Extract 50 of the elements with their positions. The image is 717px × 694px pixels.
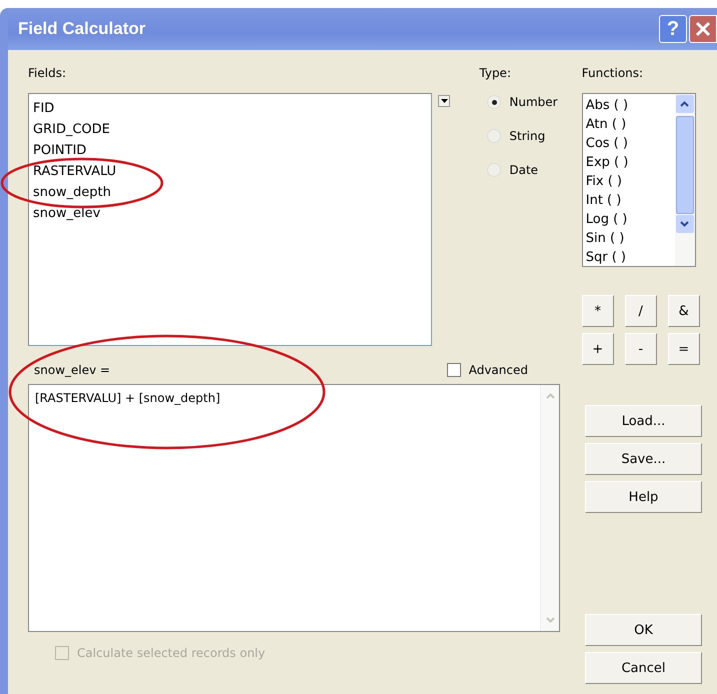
field-item[interactable]: GRID_CODE [33,119,427,140]
scroll-down-button[interactable] [676,215,694,233]
window-title: Field Calculator [18,19,146,39]
radio-label: String [509,129,546,143]
type-label: Type: [479,66,512,80]
scrollbar[interactable] [674,94,695,266]
dialog-button[interactable]: Cancel [585,652,702,684]
scroll-thumb[interactable] [676,116,694,214]
help-button[interactable]: ? [659,15,687,43]
radio-label: Date [509,163,538,177]
function-item[interactable]: Exp ( ) [586,153,672,172]
radio-button[interactable] [487,95,502,109]
checkbox-label: Advanced [468,363,528,377]
checkbox-label: Calculate selected records only [77,646,266,660]
radio-label: Number [509,95,558,109]
fields-label: Fields: [28,66,67,80]
operator-button[interactable]: / [624,295,657,327]
field-item[interactable]: POINTID [33,140,427,161]
field-item[interactable]: FID [33,98,427,119]
function-item[interactable]: Atn ( ) [586,115,672,134]
chevron-up-icon [680,101,690,107]
dialog-button[interactable]: Save... [585,443,702,475]
dialog-button[interactable]: Load... [585,405,702,437]
function-item[interactable]: Sin ( ) [586,229,672,248]
field-item[interactable]: RASTERVALU [33,161,427,182]
chevron-down-icon [680,221,690,227]
caret-icon [440,98,448,104]
function-item[interactable]: Sqr ( ) [586,248,672,266]
close-icon [694,20,712,38]
operator-button[interactable]: - [624,333,657,365]
close-button[interactable] [689,15,717,43]
function-item[interactable]: Fix ( ) [586,172,672,191]
expression-label: snow_elev = [33,363,110,377]
function-item[interactable]: Int ( ) [586,191,672,210]
function-item[interactable]: Abs ( ) [586,96,672,115]
functions-label: Functions: [582,66,644,80]
scroll-up-button[interactable] [676,95,694,113]
dialog-button[interactable]: Help [585,481,702,513]
operator-button[interactable]: + [582,333,614,365]
operator-button[interactable]: & [668,295,700,327]
operator-button[interactable]: = [668,333,700,365]
fields-list[interactable]: FID GRID_CODE POINTID RASTERVALU snow_depth snow_elev [28,93,432,346]
checkbox[interactable] [446,363,461,377]
operator-button[interactable]: * [582,295,614,327]
function-item[interactable]: Cos ( ) [586,134,672,153]
field-item[interactable]: snow_elev [33,203,427,224]
function-item[interactable]: Log ( ) [586,210,672,229]
dialog-button[interactable]: OK [585,614,702,646]
dropdown-button[interactable] [438,95,450,107]
field-item[interactable]: snow_depth [33,182,427,203]
